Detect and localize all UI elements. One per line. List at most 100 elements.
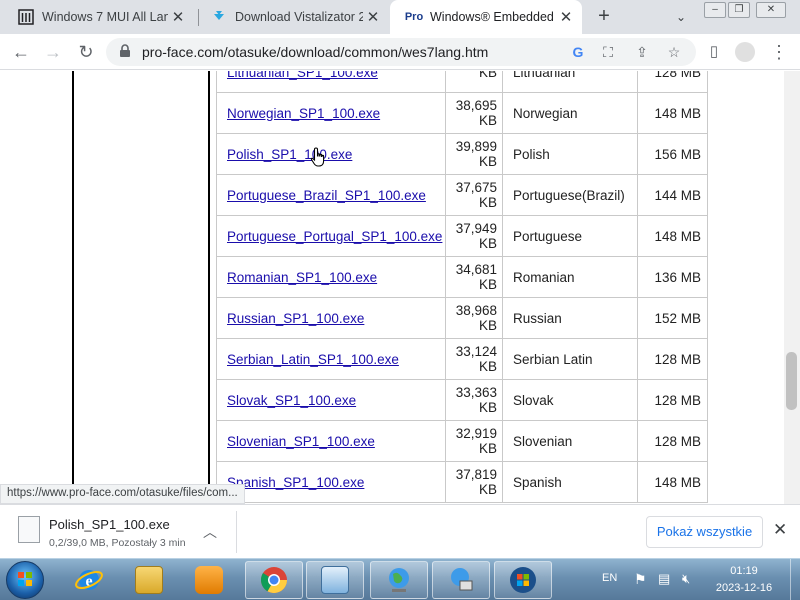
file-link[interactable]: Slovenian_SP1_100.exe: [227, 434, 375, 449]
size-unit: KB: [478, 113, 497, 128]
download-icon: [211, 9, 227, 25]
volume-muted-icon[interactable]: 🔇︎: [682, 571, 690, 600]
size-unit: KB: [478, 195, 497, 210]
file-cell: Russian_SP1_100.exe: [216, 297, 446, 339]
clock-date: 2023-12-16: [715, 582, 773, 594]
address-bar[interactable]: pro-face.com/otasuke/download/common/wes…: [106, 38, 696, 66]
lock-icon[interactable]: [118, 44, 132, 58]
chevron-down-icon[interactable]: ⌄: [670, 6, 692, 28]
size-cell: 39,899 KB: [445, 133, 503, 175]
scrollbar-thumb[interactable]: [786, 352, 797, 410]
size-unit: KB: [478, 400, 497, 415]
flag-icon[interactable]: ⚑: [634, 571, 647, 600]
menu-icon[interactable]: ⋮: [766, 39, 792, 65]
table-row: Norwegian_SP1_100.exe 38,695 KB Norwegian 14…: [216, 92, 708, 134]
tab-windows7-mui[interactable]: Windows 7 MUI All Lang ✕: [6, 0, 194, 34]
link-status-bar: https://www.pro-face.com/otasuke/files/c…: [0, 484, 245, 504]
file-cell: Norwegian_SP1_100.exe: [216, 92, 446, 134]
file-link[interactable]: Portuguese_Brazil_SP1_100.exe: [227, 188, 426, 203]
network-globe-icon[interactable]: [370, 561, 428, 599]
tab-strip: Windows 7 MUI All Lang ✕ Download Vistal…: [0, 0, 800, 34]
system-clock[interactable]: 01:19 2023-12-16: [704, 563, 784, 597]
size-unit: KB: [478, 318, 497, 333]
size-cell: 33,363 KB: [445, 379, 503, 421]
file-cell: Portuguese_Portugal_SP1_100.exe: [216, 215, 446, 257]
size-cell: 37,949 KB: [445, 215, 503, 257]
file-explorer-icon[interactable]: [120, 561, 178, 599]
file-cell: Portuguese_Brazil_SP1_100.exe: [216, 174, 446, 216]
page-scrollbar[interactable]: [784, 71, 800, 504]
size-value: 39,899: [455, 139, 497, 154]
file-cell: Slovak_SP1_100.exe: [216, 379, 446, 421]
new-tab-button[interactable]: +: [592, 5, 616, 29]
file-link[interactable]: Russian_SP1_100.exe: [227, 311, 364, 326]
translate-icon[interactable]: ⛶: [598, 42, 618, 62]
size-value: 38,695: [455, 98, 497, 113]
size-unit: KB: [478, 71, 497, 80]
close-icon[interactable]: ✕: [556, 8, 576, 26]
capacity-cell: 144 MB: [637, 174, 708, 216]
language-indicator[interactable]: EN: [602, 572, 617, 600]
size-cell: KB: [445, 71, 503, 93]
file-link[interactable]: Polish_SP1_100.exe: [227, 147, 352, 162]
forward-button[interactable]: →: [40, 39, 66, 65]
tab-windows-embedded[interactable]: Pro Windows® Embedded ✕: [390, 0, 582, 34]
network-connections-icon[interactable]: [432, 561, 490, 599]
network-tray-icon[interactable]: ▤: [658, 571, 670, 600]
file-link[interactable]: Spanish_SP1_100.exe: [227, 475, 364, 490]
file-icon: [18, 516, 40, 543]
start-button[interactable]: [6, 561, 44, 599]
google-icon[interactable]: G: [568, 42, 588, 62]
browser-toolbar: ← → ↻ pro-face.com/otasuke/download/comm…: [0, 34, 800, 70]
size-cell: 37,819 KB: [445, 461, 503, 503]
media-player-icon[interactable]: [180, 561, 238, 599]
size-unit: KB: [478, 482, 497, 497]
shelf-divider: [236, 511, 237, 553]
windows-logo-icon[interactable]: [494, 561, 552, 599]
chevron-up-icon[interactable]: ︿: [203, 522, 217, 542]
language-cell: Portuguese: [502, 215, 638, 257]
download-filename[interactable]: Polish_SP1_100.exe: [49, 517, 170, 532]
show-all-button[interactable]: Pokaż wszystkie: [646, 516, 763, 548]
capacity-cell: 152 MB: [637, 297, 708, 339]
file-cell: Romanian_SP1_100.exe: [216, 256, 446, 298]
restore-button[interactable]: ❐: [728, 2, 750, 18]
file-link[interactable]: Lithuanian_SP1_100.exe: [227, 71, 378, 80]
close-icon[interactable]: ✕: [773, 520, 787, 540]
file-link[interactable]: Romanian_SP1_100.exe: [227, 270, 377, 285]
share-icon[interactable]: ⇪: [632, 42, 652, 62]
file-link[interactable]: Portuguese_Portugal_SP1_100.exe: [227, 229, 442, 244]
size-unit: KB: [478, 277, 497, 292]
size-cell: 37,675 KB: [445, 174, 503, 216]
table-row: Romanian_SP1_100.exe 34,681 KB Romanian 136 …: [216, 256, 708, 298]
size-value: 37,819: [455, 467, 497, 482]
minimize-button[interactable]: –: [704, 2, 726, 18]
reload-button[interactable]: ↻: [73, 39, 99, 65]
page-border-left: [72, 71, 74, 504]
show-desktop-button[interactable]: [790, 559, 800, 600]
tab-download-vistalizator[interactable]: Download Vistalizator 2 ✕: [199, 0, 389, 34]
clock-time: 01:19: [730, 565, 758, 577]
file-link[interactable]: Slovak_SP1_100.exe: [227, 393, 356, 408]
language-cell: Spanish: [502, 461, 638, 503]
size-unit: KB: [478, 441, 497, 456]
file-cell: Polish_SP1_100.exe: [216, 133, 446, 175]
control-panel-icon[interactable]: [306, 561, 364, 599]
file-link[interactable]: Norwegian_SP1_100.exe: [227, 106, 380, 121]
back-button[interactable]: ←: [8, 39, 34, 65]
size-unit: KB: [478, 236, 497, 251]
size-cell: 34,681 KB: [445, 256, 503, 298]
close-icon[interactable]: ✕: [168, 8, 188, 26]
internet-explorer-icon[interactable]: e: [60, 561, 118, 599]
side-panel-icon[interactable]: ▯: [701, 39, 727, 65]
page-border-inner: [208, 71, 210, 504]
size-cell: 38,968 KB: [445, 297, 503, 339]
window-close-button[interactable]: ✕: [756, 2, 786, 18]
close-icon[interactable]: ✕: [363, 8, 383, 26]
file-link[interactable]: Serbian_Latin_SP1_100.exe: [227, 352, 399, 367]
chrome-icon[interactable]: [245, 561, 303, 599]
table-row: Russian_SP1_100.exe 38,968 KB Russian 152 MB: [216, 297, 708, 339]
table-row: Slovenian_SP1_100.exe 32,919 KB Slovenian 12…: [216, 420, 708, 462]
avatar[interactable]: [735, 42, 755, 62]
bookmark-star-icon[interactable]: ☆: [664, 42, 684, 62]
